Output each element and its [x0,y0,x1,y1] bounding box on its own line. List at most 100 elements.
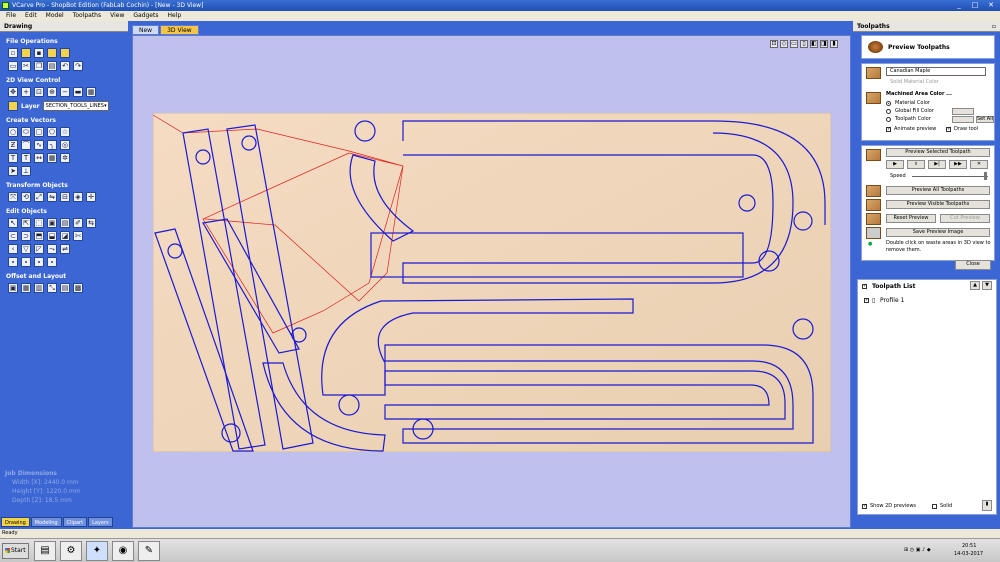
set-all-button[interactable]: Set All [976,116,994,123]
nesting-icon[interactable]: ▦ [21,283,31,293]
zoom-all-icon[interactable]: ⊕ [47,87,57,97]
save-preview-button[interactable]: Save Preview Image [886,228,990,237]
zoom-box-icon[interactable]: ⊡ [34,87,44,97]
menu-toolpaths[interactable]: Toolpaths [73,11,101,21]
view-top-icon[interactable]: ▭ [790,40,798,48]
view-left-icon[interactable]: ◧ [810,40,818,48]
view-front-icon[interactable]: ▯ [800,40,808,48]
close-window-button[interactable]: ✕ [985,1,997,10]
scale-icon[interactable]: ⤢ [34,192,44,202]
menu-gadgets[interactable]: Gadgets [133,11,158,21]
menu-file[interactable]: File [6,11,16,21]
mirror-edit-icon[interactable]: ⇆ [86,218,96,228]
chamfer-icon[interactable]: ◸ [34,244,44,254]
text-icon[interactable]: T [8,153,18,163]
menu-view[interactable]: View [110,11,124,21]
menu-help[interactable]: Help [167,11,181,21]
tray-icons[interactable]: ⊞ ◷ ▣ ♪ ◆ [904,547,931,553]
cut-icon[interactable]: ✂ [21,61,31,71]
tab-modeling[interactable]: Modeling [30,517,62,527]
node-select-icon[interactable]: ⇱ [21,218,31,228]
offset-icon[interactable]: ▣ [8,283,18,293]
preview-selected-button[interactable]: Preview Selected Toolpath [886,148,990,157]
rotate-icon[interactable]: ⟲ [21,192,31,202]
tab-new[interactable]: New [132,25,160,35]
rectangle-icon[interactable]: ▢ [34,127,44,137]
center-icon[interactable]: ✛ [86,192,96,202]
fit-view-icon[interactable]: ⊡ [770,40,778,48]
trim-icon[interactable]: ✄ [73,231,83,241]
maximize-button[interactable]: □ [969,1,981,10]
show-2d-checkbox[interactable]: ✓ [862,504,867,509]
cut-preview-button[interactable]: Cut Preview [940,214,990,223]
toolpath-color-radio[interactable] [886,117,891,122]
close-vector-icon[interactable]: ⊃ [21,231,31,241]
3d-viewport[interactable]: ⊡ ◇ ▭ ▯ ◧ ◨ ▮ [132,35,851,528]
draw-tool-checkbox[interactable]: ✓ [946,127,951,132]
polygon-icon[interactable]: ⬠ [47,127,57,137]
copy-icon[interactable]: ❐ [34,61,44,71]
save-file-icon[interactable]: ▪ [34,48,44,58]
gear-shape-icon[interactable]: ✲ [60,153,70,163]
redo-icon[interactable]: ↷ [73,61,83,71]
fillet-edit-icon[interactable]: ▽ [21,244,31,254]
zoom-out-icon[interactable]: − [60,87,70,97]
global-fill-color-button[interactable] [952,108,974,115]
panel-pin-icon[interactable]: ▫ [992,21,996,32]
start-button[interactable]: Start [2,543,29,559]
select-icon[interactable]: ↖ [8,218,18,228]
star-icon[interactable]: ☆ [60,127,70,137]
import-bitmap-icon[interactable] [60,48,70,58]
step-button[interactable]: ▶| [928,160,946,169]
view-back-icon[interactable]: ▮ [830,40,838,48]
firefox-taskbar-icon[interactable]: ◉ [112,541,134,561]
global-fill-radio[interactable] [886,109,891,114]
trace-icon[interactable]: ▦ [47,153,57,163]
lock-icon[interactable]: ⬩ [47,257,57,267]
view-2d-icon[interactable]: ▬ [73,87,83,97]
move-down-button[interactable]: ▼ [982,281,992,290]
weld-icon[interactable]: ⬒ [34,231,44,241]
pan-icon[interactable]: ✥ [8,87,18,97]
smooth-icon[interactable]: ⤳ [47,244,57,254]
undo-icon[interactable]: ↶ [60,61,70,71]
view-3d-icon[interactable]: ▦ [86,87,96,97]
dimension-icon[interactable]: ↔ [34,153,44,163]
array-icon[interactable]: ▩ [73,283,83,293]
speed-slider-thumb[interactable] [984,172,987,180]
material-select[interactable]: Canadian Maple [886,67,986,76]
preview-all-button[interactable]: Preview All Toolpaths [886,186,990,195]
arc-icon[interactable]: ⌒ [21,140,31,150]
tile-icon[interactable]: ▤ [60,283,70,293]
measure-icon[interactable]: ⟂ [21,166,31,176]
move-icon[interactable]: ⤧ [8,192,18,202]
layer-select[interactable]: SECTION_TOOLS_LINES [42,101,109,111]
toolpath-item-profile-1[interactable]: Profile 1 [880,297,904,304]
view-iso-icon[interactable]: ◇ [780,40,788,48]
minimize-button[interactable]: _ [953,1,965,10]
create-array-icon[interactable]: ⬩ [8,257,18,267]
curve-icon[interactable]: ∿ [34,140,44,150]
menu-model[interactable]: Model [46,11,64,21]
material-board[interactable] [153,113,831,452]
move-up-button[interactable]: ▲ [970,281,980,290]
zoom-in-icon[interactable]: + [21,87,31,97]
view-right-icon[interactable]: ◨ [820,40,828,48]
align-icon[interactable]: ⊟ [60,192,70,202]
stop-button[interactable]: ✕ [970,160,988,169]
distort-icon[interactable]: ◈ [73,192,83,202]
speed-slider[interactable] [912,176,988,177]
transform-select-icon[interactable]: ⬚ [34,218,44,228]
vcarve-taskbar-icon[interactable]: ✦ [86,541,108,561]
node-edit-icon[interactable]: ➤ [8,166,18,176]
tab-layers[interactable]: Layers [88,517,113,527]
group-icon[interactable]: ▣ [47,218,57,228]
reset-preview-button[interactable]: Reset Preview [886,214,936,223]
tab-3d-view[interactable]: 3D View [160,25,199,35]
block-copy-icon[interactable]: ▥ [34,283,44,293]
toolpath-color-button[interactable] [952,116,974,123]
paste-icon[interactable]: ▤ [47,61,57,71]
fillet-icon[interactable]: ╮ [47,140,57,150]
tab-drawing[interactable]: Drawing [1,517,30,527]
interactive-icon[interactable]: ✐ [73,218,83,228]
